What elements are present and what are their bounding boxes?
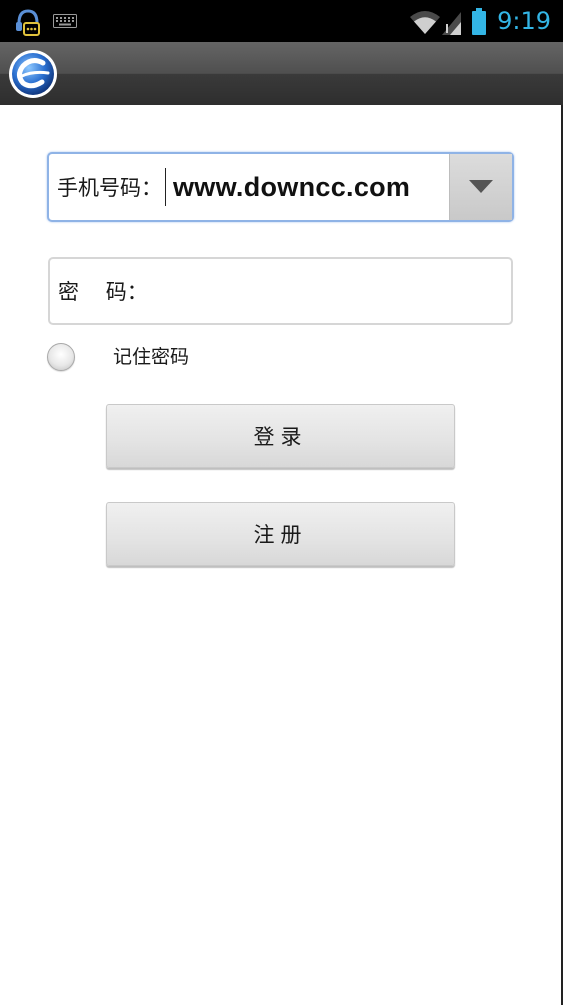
wifi-icon [410, 11, 440, 34]
battery-icon [472, 8, 486, 35]
phone-number-input[interactable]: www.downcc.com [173, 154, 410, 220]
login-button[interactable]: 登录 [106, 404, 455, 468]
account-dropdown-button[interactable] [449, 154, 512, 220]
remember-password-radio[interactable] [47, 343, 75, 371]
clock-time: 9:19 [497, 7, 551, 35]
remember-password-label: 记住密码 [113, 346, 190, 368]
register-button[interactable]: 注册 [106, 502, 455, 566]
phone-number-label: 手机号码： [57, 176, 162, 200]
password-field[interactable]: 密 码： [48, 257, 513, 325]
text-caret [165, 168, 166, 206]
app-logo-icon[interactable] [8, 49, 58, 99]
app-bar [0, 42, 563, 105]
status-bar: 9:19 [0, 0, 563, 42]
dropdown-arrow-icon [469, 180, 493, 193]
headset-notification-icon [16, 9, 40, 36]
phone-number-field[interactable]: 手机号码： www.downcc.com [47, 152, 514, 222]
signal-icon [442, 12, 461, 35]
keyboard-icon [53, 14, 77, 28]
password-label: 密 码： [58, 280, 148, 304]
